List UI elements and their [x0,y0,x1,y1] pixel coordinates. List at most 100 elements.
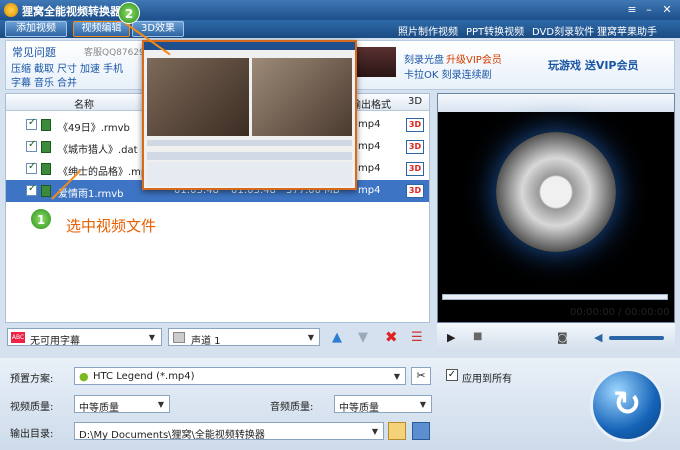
audio-track-select[interactable]: 声道 1 ▼ [168,328,320,347]
3d-icon[interactable]: 3D [406,184,424,198]
preset-label: 预置方案: [10,374,54,385]
preview-header [438,94,674,112]
chevron-down-icon[interactable]: ▼ [146,332,158,344]
popup-tabs [147,152,352,160]
close-icon[interactable]: ✕ [660,3,674,16]
faq-phone[interactable]: 手机 [103,60,123,75]
chevron-down-icon[interactable]: ▼ [391,371,403,383]
convert-button[interactable]: ↻ [590,368,664,442]
output-format: mp4 [358,163,381,174]
audio-quality-select[interactable]: 中等质量 ▼ [334,395,432,414]
faq-subtitle[interactable]: 字幕 [11,74,31,89]
android-icon: ● [79,370,89,383]
promo-thumbnail[interactable] [356,47,396,77]
title-bar: 狸窝全能视频转换器 ≡ – ✕ [0,0,680,20]
file-name: 《49日》.rmvb [58,123,130,134]
audio-track-icon [173,332,185,343]
add-video-button[interactable]: 添加视频 [5,21,67,37]
volume-slider[interactable] [609,336,664,340]
column-name[interactable]: 名称 [74,96,94,111]
chevron-down-icon[interactable]: ▼ [417,399,429,411]
step-2-badge: 2 [118,2,140,24]
video-preview[interactable] [437,93,675,323]
seek-slider[interactable] [442,294,668,300]
step-1-badge: 1 [30,208,52,230]
promo-karaoke[interactable]: 卡拉OK 刻录连续剧 [404,66,492,81]
popup-settings [147,162,352,186]
settings-panel: 预置方案: ● HTC Legend (*.mp4) ▼ ✂ ✓ 应用到所有 视… [0,358,680,450]
column-format[interactable]: 输出格式 [351,96,391,111]
popup-timeline [147,140,352,146]
popup-preview-video [252,58,352,136]
link-photo-video[interactable]: 照片制作视频 [398,23,458,38]
faq-cut[interactable]: 截取 [34,60,54,75]
clear-list-icon[interactable]: ☰ [411,330,423,345]
column-3d[interactable]: 3D [408,96,422,107]
move-up-icon[interactable]: ▲ [332,330,342,345]
3d-icon[interactable]: 3D [406,140,424,154]
faq-title[interactable]: 常见问题 [12,44,56,60]
output-dir-label: 输出目录: [10,429,54,440]
promo-burn-disc[interactable]: 刻录光盘 [404,51,444,66]
row-checkbox[interactable] [26,183,37,196]
output-dir-value: D:\My Documents\狸窝\全能视频转换器 [79,430,265,441]
stop-icon[interactable]: ■ [473,331,482,342]
step-1-text: 选中视频文件 [66,217,157,235]
preset-value: HTC Legend (*.mp4) [93,371,195,382]
app-logo-icon [4,3,18,17]
output-format: mp4 [358,119,381,130]
link-ppt-video[interactable]: PPT转换视频 [466,23,524,38]
video-quality-label: 视频质量: [10,402,54,413]
video-file-icon [41,163,51,175]
window-title: 狸窝全能视频转换器 [22,5,121,18]
video-quality-select[interactable]: 中等质量 ▼ [74,395,170,414]
row-checkbox[interactable] [26,139,37,152]
play-icon[interactable]: ▶ [447,331,455,344]
audio-track-value: 声道 1 [191,336,221,347]
qq-contact: 客服QQ876292 [84,48,151,58]
preset-select[interactable]: ● HTC Legend (*.mp4) ▼ [74,367,406,385]
delete-icon[interactable]: ✖ [385,328,398,346]
link-dvd-burn[interactable]: DVD刻录软件 [532,23,594,38]
promo-upgrade-vip[interactable]: 升级VIP会员 [446,51,502,66]
faq-speed[interactable]: 加速 [80,60,100,75]
chevron-down-icon[interactable]: ▼ [305,332,317,344]
audio-quality-label: 音频质量: [270,402,314,413]
audio-quality-value: 中等质量 [339,403,379,414]
faq-size[interactable]: 尺寸 [57,60,77,75]
video-file-icon [41,185,51,197]
popup-source-video [147,58,249,136]
output-dir-input[interactable]: D:\My Documents\狸窝\全能视频转换器 ▼ [74,422,384,441]
row-checkbox[interactable] [26,117,37,130]
video-file-icon [41,141,51,153]
toolbar: 添加视频 视频编辑 3D效果 照片制作视频 PPT转换视频 DVD刻录软件 狸窝… [0,20,680,38]
faq-merge[interactable]: 合并 [57,74,77,89]
video-edit-button[interactable]: 视频编辑 [73,21,130,37]
output-format: mp4 [358,185,381,196]
subtitle-icon: ABC [11,332,25,343]
menu-icon[interactable]: ≡ [625,3,639,16]
row-checkbox[interactable] [26,161,37,174]
link-apple-helper[interactable]: 狸窝苹果助手 [597,23,657,38]
apply-all-checkbox[interactable]: ✓ [446,369,458,381]
apply-all-label[interactable]: 应用到所有 [462,370,512,385]
subtitle-select[interactable]: ABC 无可用字幕 ▼ [7,328,162,347]
chevron-down-icon[interactable]: ▼ [155,399,167,411]
faq-music[interactable]: 音乐 [34,74,54,89]
faq-compress[interactable]: 压缩 [11,60,31,75]
video-file-icon [41,119,51,131]
subtitle-value: 无可用字幕 [30,336,80,347]
3d-icon[interactable]: 3D [406,118,424,132]
minimize-icon[interactable]: – [642,3,656,16]
folder-browse-icon[interactable] [388,422,406,440]
open-folder-icon[interactable] [412,422,430,440]
player-controls: ▶ ■ ◙ ◀ [437,323,675,351]
preset-settings-icon[interactable]: ✂ [411,367,431,385]
chevron-down-icon[interactable]: ▼ [369,426,381,438]
volume-icon[interactable]: ◀ [594,331,602,344]
3d-icon[interactable]: 3D [406,162,424,176]
move-down-icon[interactable]: ▼ [358,330,368,345]
camera-icon[interactable]: ◙ [557,331,568,344]
promo-game-vip[interactable]: 玩游戏 送VIP会员 [548,57,639,73]
video-quality-value: 中等质量 [79,403,119,414]
